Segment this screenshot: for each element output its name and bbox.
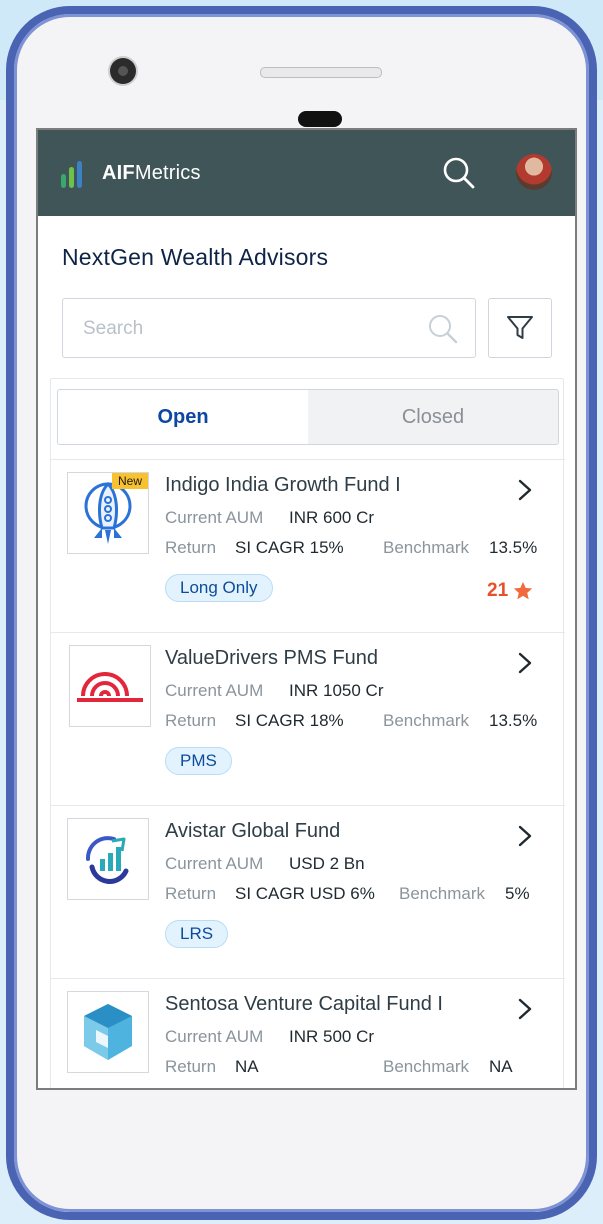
- arc-logo-icon: [77, 672, 143, 702]
- search-input[interactable]: [81, 313, 405, 345]
- app-logo-icon: [61, 161, 82, 188]
- search-field-icon[interactable]: [427, 313, 459, 345]
- return-value: SI CAGR USD 6%: [235, 884, 375, 903]
- fund-card[interactable]: Avistar Global Fund Current AUM USD 2 Bn…: [51, 805, 565, 978]
- fund-category-tag: LRS: [165, 920, 229, 948]
- fund-category-tag: PMS: [165, 747, 232, 775]
- benchmark-value: 13.5%: [489, 711, 538, 730]
- fund-card[interactable]: Sentosa Venture Capital Fund I Current A…: [51, 978, 565, 1088]
- cube-icon: [84, 1004, 132, 1060]
- benchmark-value: NA: [489, 1057, 513, 1076]
- filter-icon: [507, 316, 533, 339]
- return-label: Return: [165, 884, 217, 903]
- search-field[interactable]: [62, 298, 476, 358]
- benchmark-value: 13.5%: [489, 538, 538, 557]
- return-label: Return: [165, 711, 217, 730]
- status-tabs: Open Closed: [57, 389, 559, 445]
- app-logo-text[interactable]: AIFMetrics: [102, 162, 201, 185]
- return-label: Return: [165, 1057, 217, 1076]
- new-badge: New: [111, 473, 148, 489]
- page-title: NextGen Wealth Advisors: [62, 244, 329, 270]
- fund-logo: [67, 991, 149, 1073]
- benchmark-label: Benchmark: [399, 884, 485, 903]
- app-logo-suffix: Metrics: [134, 162, 201, 184]
- fund-logo: [69, 645, 151, 727]
- star-icon: [513, 581, 533, 600]
- aum-label: Current AUM: [165, 1027, 264, 1046]
- fund-name[interactable]: Sentosa Venture Capital Fund I: [165, 993, 443, 1016]
- app-bar: AIFMetrics: [38, 130, 575, 216]
- chevron-right-icon[interactable]: [515, 824, 535, 848]
- benchmark-label: Benchmark: [383, 1057, 469, 1076]
- chevron-right-icon[interactable]: [515, 997, 535, 1021]
- chevron-right-icon[interactable]: [515, 478, 535, 502]
- app-screen: AIFMetrics NextGen Wealth Advisors Open …: [36, 128, 577, 1090]
- fund-category-tag: Long Only: [165, 574, 273, 602]
- front-camera: [110, 58, 136, 84]
- fund-rating: 21: [487, 580, 534, 602]
- tab-closed[interactable]: Closed: [308, 390, 558, 444]
- fund-card[interactable]: New Indigo India Growth Fund I Current A…: [51, 459, 565, 632]
- return-label: Return: [165, 538, 217, 557]
- benchmark-label: Benchmark: [383, 538, 469, 557]
- fund-card[interactable]: ValueDrivers PMS Fund Current AUM INR 10…: [51, 632, 565, 805]
- return-value: SI CAGR 18%: [235, 711, 344, 730]
- tab-open[interactable]: Open: [58, 390, 308, 444]
- user-avatar[interactable]: [516, 154, 552, 190]
- aum-value: INR 500 Cr: [289, 1027, 375, 1046]
- aum-label: Current AUM: [165, 681, 264, 700]
- chevron-right-icon[interactable]: [515, 651, 535, 675]
- fund-logo: [67, 818, 149, 900]
- app-logo-brand: AIF: [102, 162, 135, 184]
- aum-label: Current AUM: [165, 854, 264, 873]
- fund-name[interactable]: Indigo India Growth Fund I: [165, 474, 401, 497]
- aum-value: USD 2 Bn: [289, 854, 365, 873]
- fund-name[interactable]: Avistar Global Fund: [165, 820, 340, 843]
- filter-button[interactable]: [488, 298, 552, 358]
- aum-value: INR 1050 Cr: [289, 681, 384, 700]
- aum-label: Current AUM: [165, 508, 264, 527]
- aum-value: INR 600 Cr: [289, 508, 375, 527]
- fund-name[interactable]: ValueDrivers PMS Fund: [165, 647, 378, 670]
- fund-logo: New: [67, 472, 149, 554]
- speaker-grille: [260, 67, 382, 78]
- growth-swirl-icon: [86, 836, 129, 884]
- search-icon[interactable]: [442, 156, 476, 190]
- fund-list-panel: Open Closed New Indigo India Growth Fund…: [50, 378, 565, 1088]
- rating-count: 21: [487, 580, 509, 601]
- return-value: SI CAGR 15%: [235, 538, 344, 557]
- return-value: NA: [235, 1057, 259, 1076]
- benchmark-value: 5%: [505, 884, 530, 903]
- benchmark-label: Benchmark: [383, 711, 469, 730]
- proximity-sensor: [298, 111, 342, 127]
